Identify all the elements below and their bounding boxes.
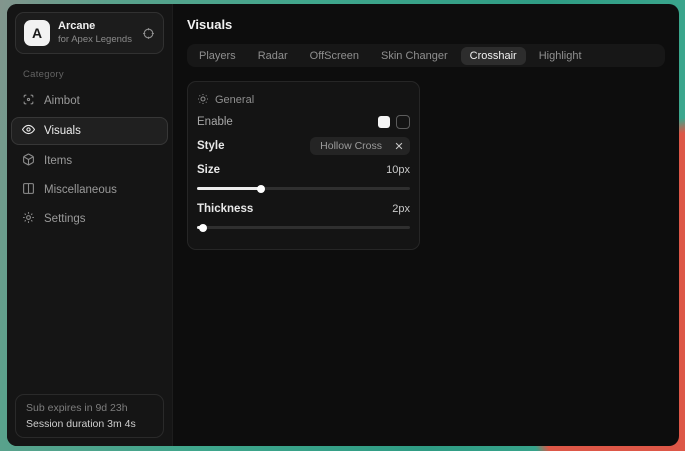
app-name: Arcane [58,20,134,34]
crosshair-target-icon[interactable] [142,27,155,40]
sidebar-item-items[interactable]: Items [11,148,168,174]
visuals-tabbar: Players Radar OffScreen Skin Changer Cro… [187,44,665,67]
thickness-value: 2px [392,203,410,215]
main-content: Visuals Players Radar OffScreen Skin Cha… [173,4,679,446]
session-duration-text: Session duration 3m 4s [26,418,153,430]
page-title: Visuals [187,17,665,32]
panel-title: General [215,94,254,106]
size-value: 10px [386,164,410,176]
enable-checkbox[interactable] [378,116,390,128]
app-subtitle: for Apex Legends [58,34,134,46]
general-panel: General Enable Style Hollow Cross [187,81,420,250]
style-selected-value: Hollow Cross [320,140,386,152]
thickness-row: Thickness 2px [197,198,410,220]
enable-keybind-box[interactable] [396,115,410,129]
sidebar-item-settings[interactable]: Settings [11,206,168,232]
sidebar-item-label: Items [44,155,72,167]
gear-icon [22,211,35,227]
thickness-slider[interactable] [197,226,410,229]
sidebar-item-label: Aimbot [44,95,80,107]
tab-radar[interactable]: Radar [249,47,297,65]
eye-icon [22,123,35,139]
sidebar-item-aimbot[interactable]: Aimbot [11,88,168,114]
tab-skin-changer[interactable]: Skin Changer [372,47,457,65]
app-window: A Arcane for Apex Legends Category Aimbo… [7,4,679,446]
sidebar: A Arcane for Apex Legends Category Aimbo… [7,4,173,446]
sidebar-nav: Aimbot Visuals Items [7,88,172,232]
sub-expires-text: Sub expires in 9d 23h [26,402,153,414]
style-label: Style [197,140,225,152]
size-slider[interactable] [197,187,410,190]
thickness-slider-thumb[interactable] [199,224,207,232]
sidebar-item-label: Visuals [44,125,81,137]
subscription-status-card: Sub expires in 9d 23h Session duration 3… [15,394,164,438]
columns-icon [22,182,35,198]
sun-settings-icon [197,93,209,108]
enable-row: Enable [197,111,410,133]
category-label: Category [23,69,156,80]
thickness-label: Thickness [197,203,253,215]
sidebar-item-label: Miscellaneous [44,184,117,196]
sidebar-item-visuals[interactable]: Visuals [11,117,168,145]
tab-highlight[interactable]: Highlight [530,47,591,65]
size-row: Size 10px [197,159,410,181]
scan-target-icon [22,93,35,109]
sidebar-item-miscellaneous[interactable]: Miscellaneous [11,177,168,203]
sidebar-item-label: Settings [44,213,86,225]
size-slider-thumb[interactable] [257,185,265,193]
tab-players[interactable]: Players [190,47,245,65]
app-header-card: A Arcane for Apex Legends [15,12,164,54]
style-select[interactable]: Hollow Cross [310,137,410,155]
x-icon[interactable] [394,141,404,151]
tab-crosshair[interactable]: Crosshair [461,47,526,65]
size-label: Size [197,164,220,176]
enable-label: Enable [197,116,233,128]
style-row: Style Hollow Cross [197,135,410,157]
tab-offscreen[interactable]: OffScreen [301,47,368,65]
app-logo: A [24,20,50,46]
box-icon [22,153,35,169]
